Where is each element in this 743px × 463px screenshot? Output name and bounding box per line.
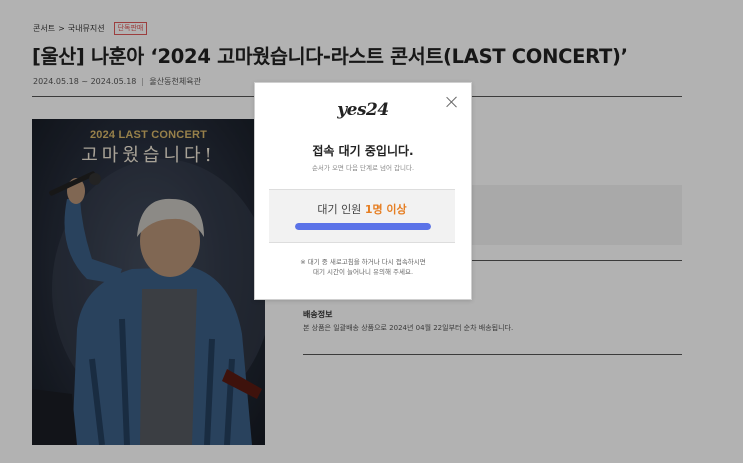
waiting-queue-modal: yes24 접속 대기 중입니다. 순서가 오면 다음 단계로 넘어 갑니다. … xyxy=(254,82,472,300)
notice-text: ※ 대기 중 새로고침을 하거나 다시 접속하시면 대기 시간이 늘어나니 유의… xyxy=(255,257,471,277)
modal-subtitle: 순서가 오면 다음 단계로 넘어 갑니다. xyxy=(311,164,415,172)
modal-title: 접속 대기 중입니다. xyxy=(312,144,414,158)
queue-progress-fill xyxy=(295,223,431,230)
queue-status: 대기 인원 1명 이상 xyxy=(269,201,455,217)
queue-status-box: 대기 인원 1명 이상 xyxy=(269,189,455,243)
close-icon[interactable] xyxy=(445,95,459,109)
notice-line: ※ 대기 중 새로고침을 하거나 다시 접속하시면 xyxy=(300,258,426,266)
queue-label: 대기 인원 xyxy=(317,203,362,216)
queue-count: 1명 이상 xyxy=(364,203,407,216)
notice-line: 대기 시간이 늘어나니 유의해 주세요. xyxy=(312,268,414,276)
queue-progress-bar xyxy=(295,223,431,230)
yes24-logo: yes24 xyxy=(337,100,389,120)
